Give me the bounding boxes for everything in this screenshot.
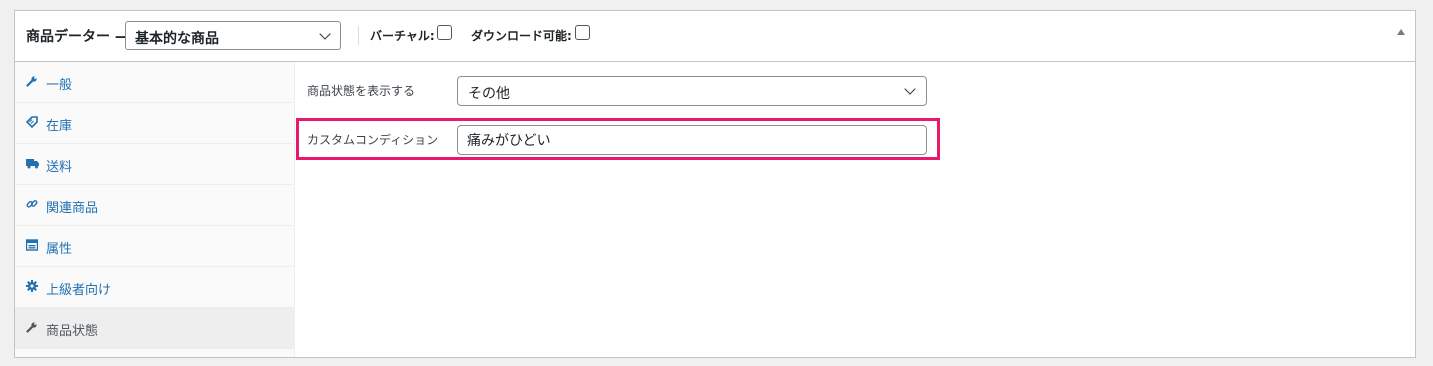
tab-label: 一般	[46, 78, 73, 93]
wrench-icon	[25, 320, 39, 334]
tab-label: 商品状態	[46, 324, 99, 339]
header-divider	[358, 26, 359, 45]
tab-content: 商品状態を表示する その他 カスタムコンディション	[295, 62, 1415, 357]
downloadable-label: ダウンロード可能:	[471, 29, 572, 43]
downloadable-checkbox[interactable]	[575, 25, 590, 40]
panel-title: 商品データー —	[26, 29, 129, 45]
collapse-arrow-icon[interactable]	[1397, 29, 1405, 35]
tab-advanced[interactable]: 上級者向け	[15, 267, 294, 308]
virtual-label: バーチャル:	[370, 29, 435, 43]
tab-attributes[interactable]: 属性	[15, 226, 294, 267]
tag-icon	[25, 115, 39, 129]
chevron-down-icon	[319, 28, 331, 40]
tab-label: 上級者向け	[46, 283, 112, 298]
tab-shipping[interactable]: 送料	[15, 144, 294, 185]
condition-value: その他	[468, 86, 510, 102]
list-icon	[25, 238, 39, 252]
tab-label: 属性	[46, 242, 73, 257]
truck-icon	[25, 156, 39, 170]
tab-label: 送料	[46, 160, 73, 175]
wrench-icon	[25, 74, 39, 88]
tab-linked-products[interactable]: 関連商品	[15, 185, 294, 226]
tab-general[interactable]: 一般	[15, 62, 294, 103]
virtual-checkbox[interactable]	[437, 25, 452, 40]
link-icon	[25, 197, 39, 211]
product-type-value: 基本的な商品	[135, 31, 219, 47]
custom-condition-input[interactable]	[457, 125, 927, 155]
custom-condition-label: カスタムコンディション	[307, 133, 439, 147]
tab-inventory[interactable]: 在庫	[15, 103, 294, 144]
product-data-tabs: 一般 在庫 送料 関連商品 属性 上級者向け 商品状態	[15, 62, 295, 357]
condition-label: 商品状態を表示する	[307, 84, 416, 98]
tab-product-condition[interactable]: 商品状態	[15, 308, 294, 349]
product-data-panel: 商品データー — 基本的な商品 バーチャル: ダウンロード可能: 一般 在庫 送…	[14, 10, 1416, 358]
gear-icon	[25, 279, 39, 293]
chevron-down-icon	[904, 83, 916, 95]
condition-select[interactable]: その他	[457, 76, 927, 106]
tab-label: 関連商品	[46, 201, 99, 216]
product-type-select[interactable]: 基本的な商品	[125, 21, 341, 50]
tab-label: 在庫	[46, 119, 73, 134]
panel-header: 商品データー — 基本的な商品 バーチャル: ダウンロード可能:	[15, 11, 1415, 62]
